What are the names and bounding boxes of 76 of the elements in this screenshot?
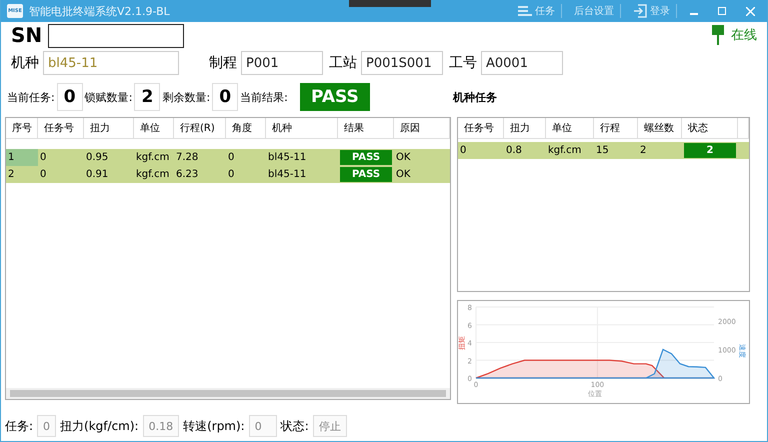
table-row[interactable]: 0 0.8 kgf.cm 15 2 2 <box>458 142 749 159</box>
counter-label: 锁赋数量: <box>84 90 132 104</box>
field-label: 转速(rpm): <box>183 418 245 434</box>
section-title: 机种任务 <box>453 90 498 104</box>
table-cell-text: 0 <box>227 168 236 182</box>
result-badge: PASS <box>340 167 392 182</box>
readout-field: 0.18 <box>142 415 180 437</box>
field-label: 任务: <box>5 418 34 434</box>
status-badge: 2 <box>684 143 736 158</box>
table-cell-text: OK <box>395 168 412 182</box>
column-header[interactable]: 原因 <box>394 118 450 138</box>
list-icon <box>518 6 532 16</box>
sn-label: SN <box>11 23 42 47</box>
counter-value: 0 <box>56 83 83 111</box>
maximize-icon <box>718 7 726 15</box>
table-cell-text: 0.95 <box>85 151 110 165</box>
readout-field: 停止 <box>312 415 347 437</box>
column-header[interactable]: 角度 <box>226 118 266 138</box>
plug-icon <box>711 25 725 45</box>
counter-value: 2 <box>134 83 160 111</box>
column-header[interactable]: 行程(R) <box>174 118 226 138</box>
status-label: 在线 <box>731 27 757 44</box>
readout-field: 0 <box>37 415 56 437</box>
horizontal-scrollbar[interactable] <box>6 388 450 399</box>
column-header[interactable]: 单位 <box>546 118 594 138</box>
column-header[interactable]: 状态 <box>682 118 738 138</box>
table-row[interactable]: 1 0 0.95 kgf.cm 7.28 0 bl45-11 PASS OK <box>6 149 450 166</box>
counter-value: 0 <box>212 83 238 111</box>
table-cell-text: kgf.cm <box>135 151 170 165</box>
table-cell-text: 0.8 <box>505 144 523 158</box>
info-field[interactable]: A0001 <box>481 51 563 75</box>
table-cell-text: 15 <box>595 144 610 158</box>
table-cell-text: OK <box>395 151 412 165</box>
info-field[interactable]: P001 <box>241 51 323 75</box>
field-label: 状态: <box>280 418 309 434</box>
column-header[interactable]: 螺丝数 <box>638 118 682 138</box>
readout-field: 0 <box>248 415 277 437</box>
table-cell-text: 0 <box>227 151 236 165</box>
table-cell: 1 <box>6 149 38 166</box>
column-header[interactable]: 结果 <box>338 118 394 138</box>
counter-label: 当前任务: <box>7 90 55 104</box>
field-label: 机种 <box>11 54 39 72</box>
field-label: 制程 <box>209 54 237 72</box>
table-cell-text: kgf.cm <box>547 144 582 158</box>
info-field[interactable]: P001S001 <box>361 51 443 75</box>
table-cell-text: 0 <box>39 151 48 165</box>
counter-label: 剩余数量: <box>162 90 210 104</box>
column-header[interactable]: 机种 <box>266 118 338 138</box>
result-label: 当前结果: <box>240 90 288 104</box>
result-badge: PASS <box>340 150 392 165</box>
table-cell-text: bl45-11 <box>267 168 308 182</box>
table-cell-text: 2 <box>639 144 648 158</box>
login-icon <box>633 4 647 18</box>
field-label: 工站 <box>329 54 357 72</box>
result-badge: PASS <box>300 83 370 111</box>
table-cell-text: 0.91 <box>85 168 110 182</box>
column-header[interactable]: 扭力 <box>504 118 546 138</box>
table-cell-text: 0 <box>39 168 48 182</box>
column-header[interactable]: 任务号 <box>458 118 504 138</box>
column-header[interactable]: 序号 <box>6 118 38 138</box>
table-cell-text: 7.28 <box>175 151 200 165</box>
column-header[interactable]: 行程 <box>594 118 638 138</box>
column-header[interactable]: 任务号 <box>38 118 84 138</box>
close-icon <box>746 6 754 16</box>
field-label: 工号 <box>449 54 477 72</box>
table-row[interactable]: 2 0 0.91 kgf.cm 6.23 0 bl45-11 PASS OK <box>6 166 450 183</box>
table-cell-text: kgf.cm <box>135 168 170 182</box>
table-cell-text: bl45-11 <box>267 151 308 165</box>
sn-input[interactable] <box>48 24 184 48</box>
column-header[interactable]: 单位 <box>134 118 174 138</box>
table-cell-text: 6.23 <box>175 168 200 182</box>
window-title: 智能电批终端系统V2.1.9-BL <box>29 4 170 18</box>
drag-handle[interactable] <box>349 0 431 7</box>
column-header[interactable]: 扭力 <box>84 118 134 138</box>
field-label: 扭力(kgf/cm): <box>60 418 139 434</box>
table-cell-text: 0 <box>459 144 468 158</box>
